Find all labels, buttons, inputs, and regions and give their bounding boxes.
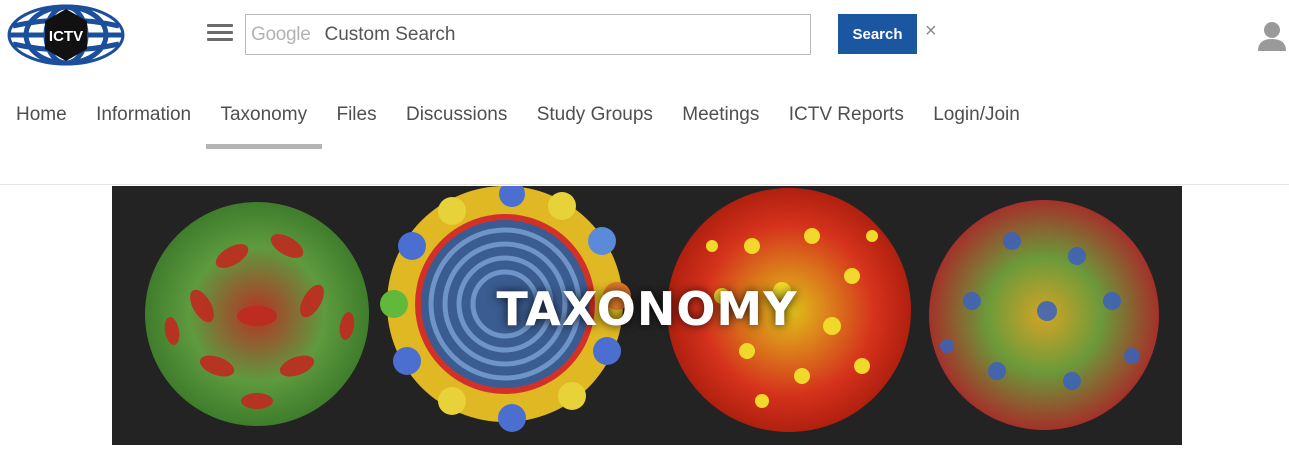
ictv-logo[interactable]: ICTV xyxy=(7,4,125,66)
search-input[interactable] xyxy=(324,23,765,46)
taxonomy-banner: TAXONOMY xyxy=(112,186,1182,445)
nav-item-login-join[interactable]: Login/Join xyxy=(919,100,1035,140)
nav-item-ictv-reports[interactable]: ICTV Reports xyxy=(774,100,918,140)
nav-item-taxonomy[interactable]: Taxonomy xyxy=(205,100,322,149)
google-brand-mark: Google xyxy=(251,23,311,45)
close-icon[interactable]: × xyxy=(925,20,937,43)
logo-text: ICTV xyxy=(49,28,83,45)
nav-item-information[interactable]: Information xyxy=(81,100,205,140)
nav-item-home[interactable]: Home xyxy=(0,100,81,140)
search-button[interactable]: Search xyxy=(838,14,917,54)
header-divider xyxy=(0,184,1289,185)
hamburger-menu-icon[interactable] xyxy=(207,24,233,46)
nav-item-study-groups[interactable]: Study Groups xyxy=(522,100,668,140)
user-icon[interactable] xyxy=(1257,20,1287,52)
nav-item-discussions[interactable]: Discussions xyxy=(391,100,522,140)
search-box[interactable]: Google xyxy=(245,14,811,55)
nav-item-meetings[interactable]: Meetings xyxy=(668,100,774,140)
banner-title: TAXONOMY xyxy=(496,282,798,336)
main-nav: Home Information Taxonomy Files Discussi… xyxy=(0,100,1035,149)
nav-item-files[interactable]: Files xyxy=(322,100,392,140)
